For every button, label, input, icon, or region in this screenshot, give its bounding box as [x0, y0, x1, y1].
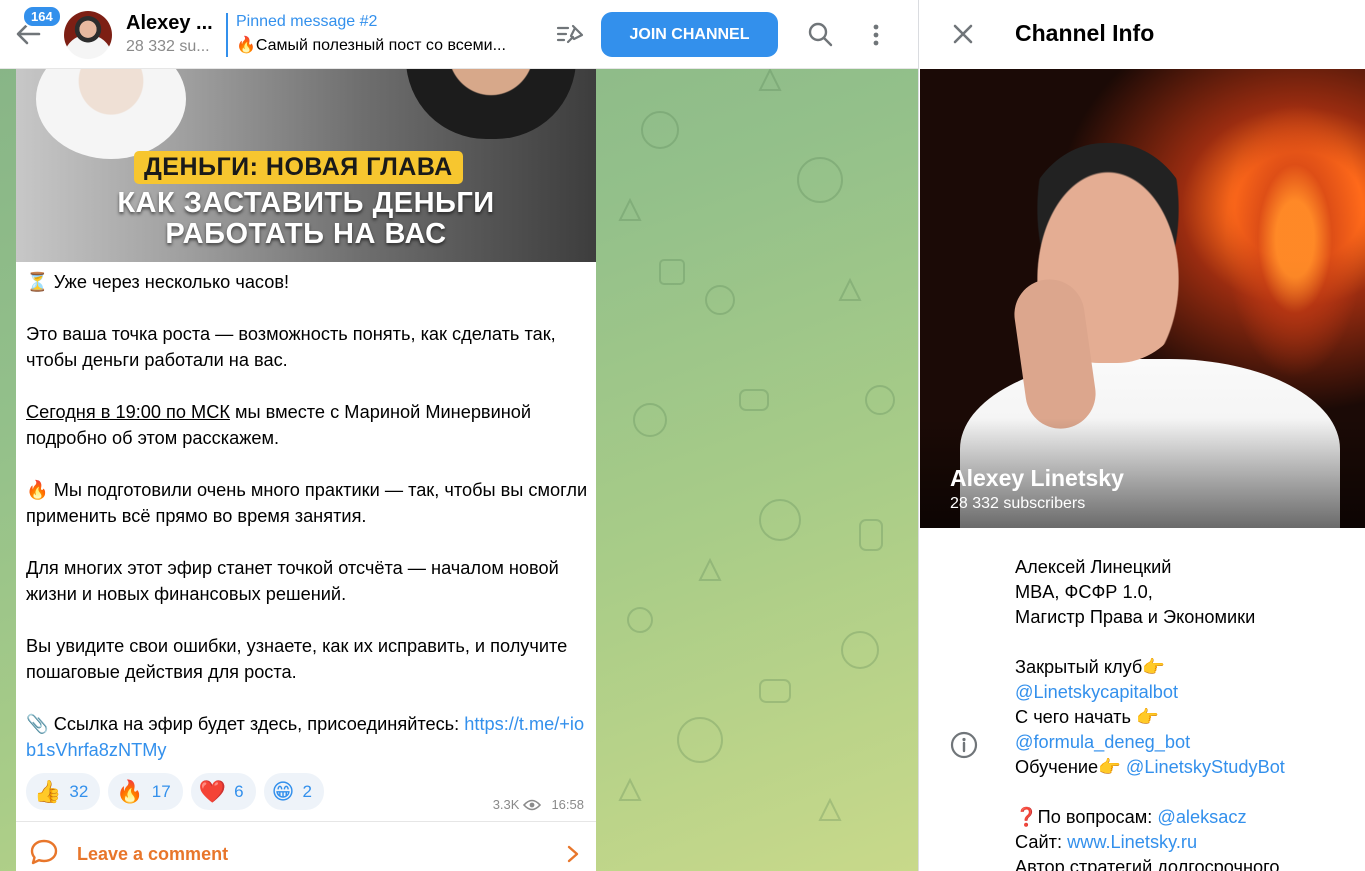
comment-bubble-icon [30, 839, 58, 865]
bio-link-website[interactable]: www.Linetsky.ru [1067, 832, 1197, 852]
view-count: 3.3K [492, 797, 520, 812]
image-person-left [36, 69, 186, 159]
bio-line: ❓По вопросам: @aleksacz [1015, 805, 1355, 830]
channel-info-panel: Channel Info Alexey Linetsky 28 332 subs… [918, 0, 1365, 871]
eye-icon [523, 799, 542, 810]
bio-line: С чего начать 👉 [1015, 707, 1159, 727]
bio-line: Обучение👉 @LinetskyStudyBot [1015, 755, 1355, 780]
image-headline-line2: РАБОТАТЬ НА ВАС [165, 218, 447, 250]
close-icon [953, 24, 973, 44]
message-time: 16:58 [551, 797, 584, 812]
search-icon [808, 22, 833, 47]
bio-line: Закрытый клуб👉 [1015, 657, 1165, 677]
bio-line: Алексей Линецкий [1015, 557, 1172, 577]
info-title: Channel Info [1015, 20, 1155, 46]
post-paragraph: 📎 Ссылка на эфир будет здесь, присоединя… [26, 711, 588, 763]
join-channel-button[interactable]: JOIN CHANNEL [601, 12, 778, 57]
post-paragraph: ⏳ Уже через несколько часов! [26, 272, 290, 292]
post-text: ⏳ Уже через несколько часов! Это ваша то… [26, 269, 588, 763]
post-paragraph: Вы увидите свои ошибки, узнаете, как их … [26, 636, 568, 682]
post-event-time: Сегодня в 19:00 по МСК [26, 402, 230, 422]
bio-line: Магистр Права и Экономики [1015, 607, 1256, 627]
leave-comment-button[interactable]: Leave a comment [16, 821, 596, 871]
fire-icon: 🔥 [116, 778, 144, 804]
profile-photo[interactable]: Alexey Linetsky 28 332 subscribers [920, 69, 1365, 528]
post-paragraph: Сегодня в 19:00 по МСК мы вместе с Марин… [26, 399, 588, 451]
pin-list-icon [556, 24, 584, 44]
close-button[interactable] [947, 18, 979, 50]
pinned-text: 🔥Самый полезный пост со всеми... [236, 37, 506, 54]
more-vertical-icon [873, 24, 879, 46]
image-headline-line1: КАК ЗАСТАВИТЬ ДЕНЬГИ [117, 187, 495, 219]
reaction-grin[interactable]: 😁 2 [263, 773, 324, 810]
chevron-right-icon [567, 845, 579, 863]
message-meta: 3.3K 16:58 [493, 797, 584, 812]
post-paragraph: Для многих этот эфир станет точкой отсчё… [26, 558, 559, 604]
photo-fire-glow [1220, 89, 1365, 389]
reaction-count: 2 [302, 781, 312, 801]
reactions-bar: 👍 32 🔥 17 ❤️ 6 😁 2 [26, 773, 324, 810]
profile-subscribers: 28 332 subscribers [950, 495, 1086, 512]
bio-link-study-bot[interactable]: @LinetskyStudyBot [1126, 757, 1285, 777]
pinned-title: Pinned message #2 [236, 13, 378, 30]
pinned-message-bar[interactable]: Pinned message #2 🔥Самый полезный пост с… [226, 13, 506, 57]
more-options-button[interactable] [860, 19, 892, 51]
post-paragraph: Это ваша точка роста — возможность понят… [26, 324, 556, 370]
reaction-heart[interactable]: ❤️ 6 [190, 773, 256, 810]
bio-line: MBA, ФСФР 1.0, [1015, 582, 1153, 602]
bio-link-contact[interactable]: @aleksacz [1157, 807, 1246, 827]
bio-text: Обучение👉 [1015, 757, 1126, 777]
reaction-thumbs-up[interactable]: 👍 32 [26, 773, 101, 810]
bio-link-formula-bot[interactable]: @formula_deneg_bot [1015, 730, 1355, 755]
thumbs-up-icon: 👍 [34, 778, 62, 804]
channel-bio: Алексей Линецкий MBA, ФСФР 1.0, Магистр … [1015, 555, 1355, 871]
heart-icon: ❤️ [198, 778, 227, 804]
unread-badge: 164 [22, 5, 62, 28]
post-image[interactable]: ДЕНЬГИ: НОВАЯ ГЛАВА КАК ЗАСТАВИТЬ ДЕНЬГИ… [16, 69, 596, 262]
image-person-right [406, 69, 576, 139]
message-bubble: ДЕНЬГИ: НОВАЯ ГЛАВА КАК ЗАСТАВИТЬ ДЕНЬГИ… [16, 69, 596, 871]
reaction-count: 17 [151, 781, 171, 801]
bio-line: Автор стратегий долгосрочного [1015, 857, 1280, 871]
info-circle-icon [950, 731, 978, 759]
bio-text: Сайт: [1015, 832, 1068, 852]
pinned-list-button[interactable] [554, 20, 586, 50]
post-paragraph: 🔥 Мы подготовили очень много практики — … [26, 480, 588, 526]
post-link-intro: 📎 Ссылка на эфир будет здесь, присоединя… [26, 714, 465, 734]
search-button[interactable] [805, 19, 837, 51]
profile-name: Alexey Linetsky [950, 465, 1124, 491]
chat-header: 164 Alexey ... 28 332 su... Pinned messa… [0, 0, 918, 69]
channel-subscribers: 28 332 su... [126, 38, 210, 55]
leave-comment-label: Leave a comment [77, 844, 229, 864]
bio-line: Сайт: www.Linetsky.ru [1015, 830, 1355, 855]
reaction-count: 6 [234, 781, 244, 801]
grin-icon: 😁 [271, 778, 295, 804]
info-header: Channel Info [919, 0, 1365, 69]
reaction-count: 32 [69, 781, 89, 801]
channel-title[interactable]: Alexey ... [126, 12, 213, 35]
image-tag: ДЕНЬГИ: НОВАЯ ГЛАВА [134, 151, 463, 184]
channel-avatar[interactable] [64, 11, 112, 59]
reaction-fire[interactable]: 🔥 17 [108, 773, 183, 810]
bio-text: ❓По вопросам: [1015, 807, 1158, 827]
bio-link-capitalbot[interactable]: @Linetskycapitalbot [1015, 680, 1355, 705]
